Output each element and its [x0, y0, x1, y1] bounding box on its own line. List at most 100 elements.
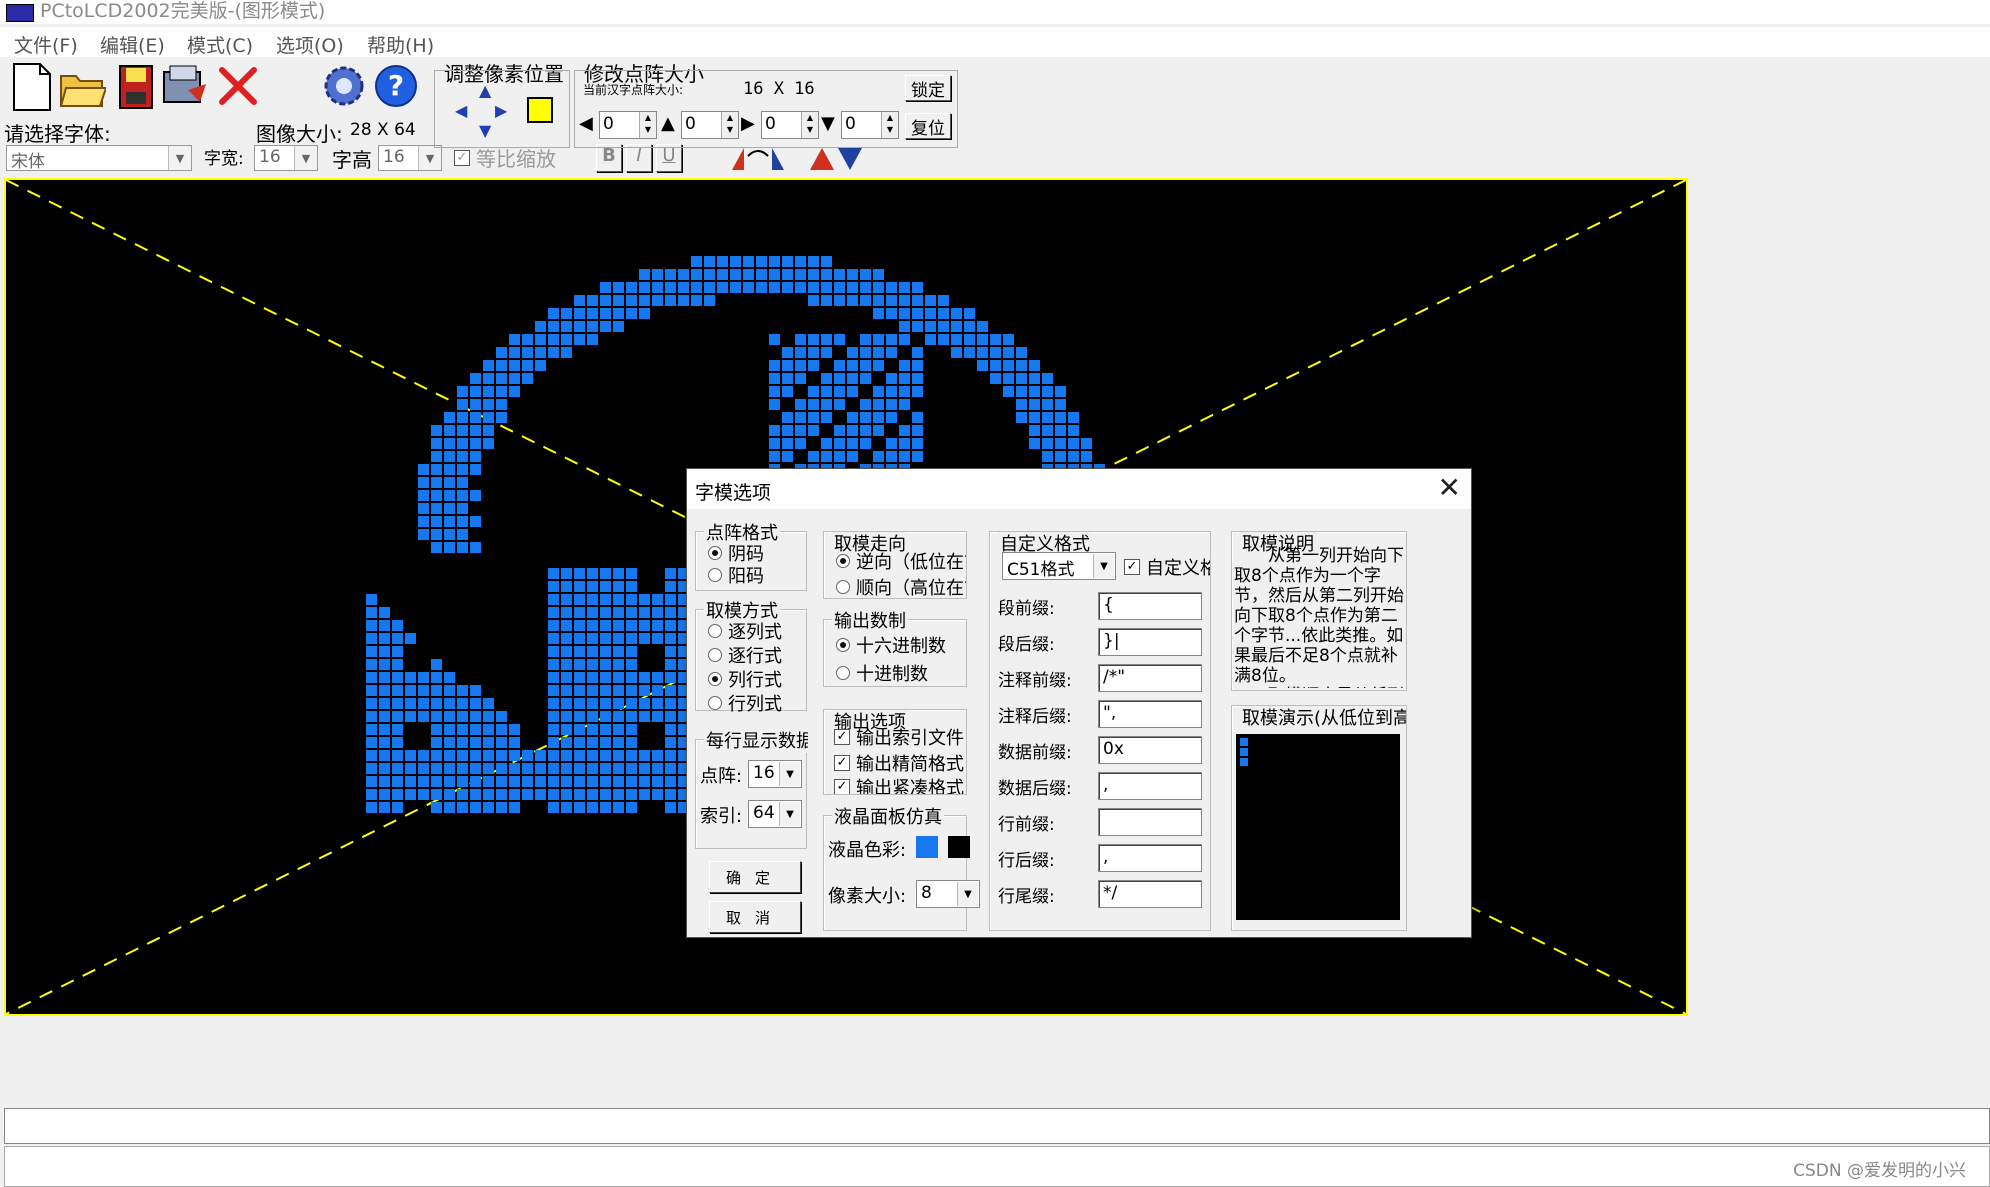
- current-size-value: 16 X 16: [743, 79, 815, 99]
- lcd-color-label: 液晶色彩:: [828, 840, 907, 861]
- lock-button[interactable]: 锁定: [905, 75, 951, 101]
- chevron-down-icon: ▼: [168, 146, 191, 170]
- number-base-legend: 输出数制: [832, 607, 908, 633]
- open-folder-icon[interactable]: [58, 60, 106, 112]
- bottom-spin[interactable]: 0 ▲ ▼: [841, 111, 899, 139]
- radio-forward[interactable]: 顺向（高位在前）: [836, 574, 966, 598]
- demo-legend: 取模演示(从低位到高位): [1240, 706, 1406, 730]
- generate-icon[interactable]: [160, 60, 208, 112]
- help-icon[interactable]: ?: [372, 60, 420, 112]
- arrow-up-icon[interactable]: ▲: [479, 81, 491, 100]
- output-compact-checkbox[interactable]: ✓ 输出紧凑格式: [834, 774, 964, 794]
- radio-row[interactable]: 逐行式: [708, 642, 782, 668]
- chevron-down-icon: ▼: [294, 146, 317, 170]
- image-size-value: 28 X 64: [350, 120, 416, 140]
- index-count-select[interactable]: 64 ▼: [748, 800, 802, 828]
- italic-button[interactable]: I: [626, 144, 652, 172]
- dot-count-select[interactable]: 16 ▼: [748, 760, 802, 788]
- left-spin[interactable]: 0 ▲ ▼: [599, 111, 657, 139]
- radio-icon: [708, 648, 722, 662]
- shrink-left-icon[interactable]: ◀: [579, 113, 593, 134]
- chevron-down-icon: ▼: [779, 802, 800, 826]
- menu-options[interactable]: 选项(O): [276, 31, 344, 58]
- char-height-select[interactable]: 16 ▼: [378, 145, 442, 171]
- radio-decimal[interactable]: 十进制数: [836, 660, 928, 686]
- new-file-icon[interactable]: [8, 60, 56, 112]
- menu-mode[interactable]: 模式(C): [187, 31, 253, 58]
- radio-positive[interactable]: 阳码: [708, 562, 764, 588]
- lcd-color-off-swatch[interactable]: [948, 836, 970, 858]
- custom-field-input[interactable]: ,: [1098, 844, 1202, 872]
- radio-hex[interactable]: 十六进制数: [836, 632, 946, 658]
- underline-button[interactable]: U: [656, 144, 682, 172]
- top-spin[interactable]: 0 ▲ ▼: [681, 111, 739, 139]
- custom-field-label: 行尾缀:: [998, 887, 1055, 907]
- custom-field-input[interactable]: {: [1098, 592, 1202, 620]
- font-options-dialog: 字模选项 ✕ 点阵格式 阴码 阳码 取模方式 逐列式 逐行式 列行式 行列式 每…: [686, 468, 1472, 938]
- right-spin[interactable]: 0 ▲ ▼: [761, 111, 819, 139]
- char-width-select[interactable]: 16 ▼: [254, 145, 318, 171]
- custom-field-input[interactable]: */: [1098, 880, 1202, 908]
- radio-icon: [708, 568, 722, 582]
- custom-format-checkbox[interactable]: ✓自定义格式: [1124, 554, 1210, 580]
- menu-edit[interactable]: 编辑(E): [100, 31, 165, 58]
- custom-field-input[interactable]: ",: [1098, 700, 1202, 728]
- shrink-up-icon[interactable]: ▲: [661, 113, 675, 134]
- delete-icon[interactable]: [214, 60, 262, 112]
- current-size-label: 当前汉字点阵大小:: [583, 83, 684, 97]
- svg-text:?: ?: [388, 69, 404, 102]
- output-index-checkbox[interactable]: ✓ 输出索引文件: [834, 724, 964, 750]
- output-simple-checkbox[interactable]: ✓ 输出精简格式: [834, 750, 964, 776]
- radio-column-row[interactable]: 列行式: [708, 666, 782, 692]
- lcd-color-on-swatch[interactable]: [916, 836, 938, 858]
- radio-icon: [708, 624, 722, 638]
- checkbox-icon: ✓: [454, 149, 470, 166]
- custom-field-label: 注释前缀:: [998, 671, 1072, 691]
- format-select[interactable]: C51格式 ▼: [1002, 552, 1116, 580]
- shrink-down-icon[interactable]: ▼: [821, 113, 835, 134]
- custom-field-input[interactable]: ,: [1098, 772, 1202, 800]
- output-bar[interactable]: [4, 1108, 1990, 1144]
- custom-field-input[interactable]: [1098, 808, 1202, 836]
- font-label: 请选择字体:: [4, 122, 111, 146]
- pixel-adjust-group: ▲ ◀ ▶ ▼: [434, 70, 570, 148]
- close-icon[interactable]: ✕: [1438, 473, 1461, 503]
- font-select[interactable]: 宋体 ▼: [6, 145, 192, 172]
- bold-button[interactable]: B: [596, 144, 622, 172]
- app-icon: [6, 4, 34, 22]
- menu-help[interactable]: 帮助(H): [367, 31, 434, 58]
- menu-file[interactable]: 文件(F): [14, 31, 78, 58]
- demo-dot: [1240, 738, 1248, 746]
- custom-field-label: 注释后缀:: [998, 707, 1072, 727]
- radio-row-column[interactable]: 行列式: [708, 690, 782, 716]
- arrow-right-icon[interactable]: ▶: [495, 101, 507, 120]
- radio-reverse[interactable]: 逆向（低位在前）: [836, 548, 966, 574]
- save-icon[interactable]: [112, 60, 160, 112]
- arrow-down-icon[interactable]: ▼: [479, 121, 491, 140]
- radio-column[interactable]: 逐列式: [708, 618, 782, 644]
- checkbox-icon: ✓: [834, 729, 850, 745]
- custom-field-input[interactable]: /*": [1098, 664, 1202, 692]
- chevron-down-icon: ▼: [957, 882, 978, 906]
- custom-field-input[interactable]: 0x: [1098, 736, 1202, 764]
- cancel-button[interactable]: 取消: [709, 901, 801, 933]
- dot-format-group: 点阵格式 阴码 阳码: [695, 519, 807, 591]
- arrow-left-icon[interactable]: ◀: [455, 101, 467, 120]
- center-icon[interactable]: [527, 97, 553, 123]
- radio-icon: [836, 554, 850, 568]
- number-base-group: 输出数制 十六进制数 十进制数: [823, 607, 967, 687]
- settings-gear-icon[interactable]: [320, 60, 368, 112]
- custom-field-input[interactable]: }|: [1098, 628, 1202, 656]
- custom-field-label: 数据前缀:: [998, 743, 1072, 763]
- reset-button[interactable]: 复位: [905, 113, 951, 139]
- shrink-right-icon[interactable]: ▶: [741, 113, 755, 134]
- pixel-size-label: 像素大小:: [828, 886, 907, 907]
- image-size-label: 图像大小:: [256, 122, 343, 146]
- direction-group: 取模走向 逆向（低位在前） 顺向（高位在前）: [823, 531, 967, 599]
- explanation-group: 取模说明 从第一列开始向下取8个点作为一个字节，然后从第二列开始向下取8个点作为…: [1231, 531, 1407, 691]
- demo-group: 取模演示(从低位到高位): [1231, 705, 1407, 931]
- demo-dot: [1240, 758, 1248, 766]
- ok-button[interactable]: 确定: [709, 861, 801, 893]
- pixel-size-select[interactable]: 8 ▼: [916, 880, 980, 908]
- scan-mode-group: 取模方式 逐列式 逐行式 列行式 行列式: [695, 597, 807, 715]
